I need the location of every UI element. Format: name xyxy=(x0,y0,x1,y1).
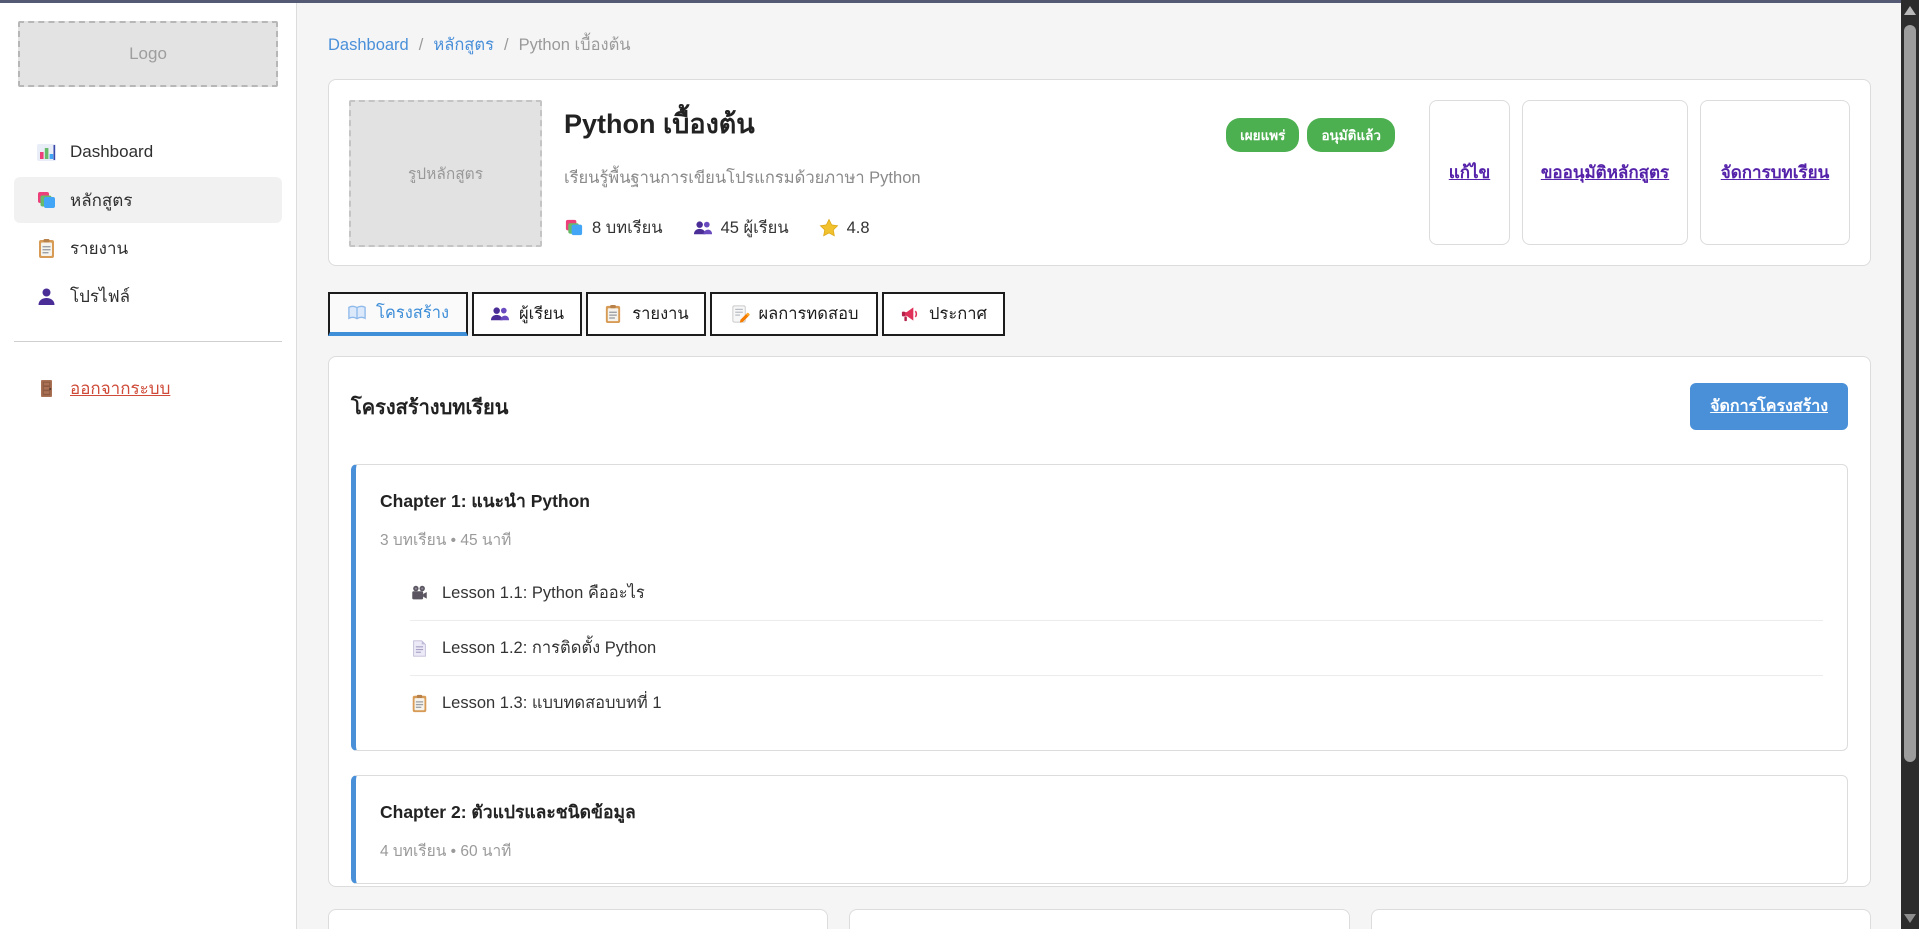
manage-structure-button[interactable]: จัดการโครงสร้าง xyxy=(1690,383,1848,430)
lesson-item[interactable]: Lesson 1.1: Python คืออะไร xyxy=(410,566,1823,620)
sidebar-item-label: รายงาน xyxy=(70,235,128,262)
course-tabs: โครงสร้าง ผู้เรียน รายงาน ผลการทดสอบ ประ… xyxy=(328,292,1871,336)
clipboard-icon xyxy=(603,304,623,324)
stat-rating: 4.8 xyxy=(819,215,870,241)
page: Logo Dashboard หลักสูตร รายงาน xyxy=(0,0,1919,929)
logo-placeholder: Logo xyxy=(18,21,278,87)
lesson-title: Lesson 1.1: Python คืออะไร xyxy=(442,580,645,606)
stat-lessons: 8 บทเรียน xyxy=(564,215,663,241)
scroll-up-arrow-icon[interactable] xyxy=(1904,6,1916,15)
tab-label: โครงสร้าง xyxy=(376,300,449,326)
breadcrumb-separator: / xyxy=(419,36,424,55)
chapter-card: Chapter 2: ตัวแปรและชนิดข้อมูล 4 บทเรียน… xyxy=(351,775,1848,884)
person-icon xyxy=(36,286,57,307)
logo-text: Logo xyxy=(129,44,167,64)
tab-label: ผลการทดสอบ xyxy=(759,301,859,327)
sidebar: Logo Dashboard หลักสูตร รายงาน xyxy=(0,3,297,929)
lesson-title: Lesson 1.2: การติดตั้ง Python xyxy=(442,635,656,661)
breadcrumb-link-courses[interactable]: หลักสูตร xyxy=(433,32,494,58)
bottom-card-row xyxy=(328,909,1871,929)
edit-course-button[interactable]: แก้ไข xyxy=(1429,100,1510,245)
request-approval-link[interactable]: ขออนุมัติหลักสูตร xyxy=(1541,159,1669,186)
sidebar-item-label: หลักสูตร xyxy=(70,187,132,214)
memo-pencil-icon xyxy=(730,304,750,324)
stat-rating-label: 4.8 xyxy=(847,219,870,238)
tab-label: ผู้เรียน xyxy=(519,301,564,327)
clipboard-icon xyxy=(410,694,429,713)
section-title: โครงสร้างบทเรียน xyxy=(351,391,508,423)
sidebar-item-profile[interactable]: โปรไฟล์ xyxy=(14,273,282,319)
video-camera-icon xyxy=(410,584,429,603)
chapter-meta: 3 บทเรียน • 45 นาที xyxy=(380,527,1823,552)
course-header-card: รูปหลักสูตร Python เบื้องต้น เรียนรู้พื้… xyxy=(328,79,1871,266)
tab-structure[interactable]: โครงสร้าง xyxy=(328,292,468,336)
vertical-scrollbar[interactable] xyxy=(1901,0,1919,929)
sidebar-item-courses[interactable]: หลักสูตร xyxy=(14,177,282,223)
window-top-edge xyxy=(0,0,1919,3)
stat-learners: 45 ผู้เรียน xyxy=(693,215,789,241)
course-image-placeholder: รูปหลักสูตร xyxy=(349,100,542,247)
course-title: Python เบื้องต้น xyxy=(564,102,1204,145)
tab-test-results[interactable]: ผลการทดสอบ xyxy=(710,292,878,336)
edit-course-link[interactable]: แก้ไข xyxy=(1449,159,1490,186)
breadcrumb: Dashboard / หลักสูตร / Python เบื้องต้น xyxy=(328,32,1871,58)
people-icon xyxy=(693,218,713,238)
request-approval-button[interactable]: ขออนุมัติหลักสูตร xyxy=(1522,100,1688,245)
chapter-meta: 4 บทเรียน • 60 นาที xyxy=(380,838,1823,863)
tab-label: รายงาน xyxy=(632,301,688,327)
card-placeholder xyxy=(849,909,1349,929)
status-badge-approved: อนุมัติแล้ว xyxy=(1307,118,1395,152)
course-info: Python เบื้องต้น เรียนรู้พื้นฐานการเขียน… xyxy=(564,100,1204,245)
megaphone-icon xyxy=(900,304,920,324)
main-content: Dashboard / หลักสูตร / Python เบื้องต้น … xyxy=(298,3,1901,929)
logout-button[interactable]: ออกจากระบบ xyxy=(14,368,282,408)
sidebar-divider xyxy=(14,341,282,342)
bar-chart-icon xyxy=(36,142,57,163)
course-stats: 8 บทเรียน 45 ผู้เรียน 4.8 xyxy=(564,215,1204,241)
course-badges: เผยแพร่ อนุมัติแล้ว xyxy=(1226,100,1395,245)
sidebar-item-reports[interactable]: รายงาน xyxy=(14,225,282,271)
tab-announcements[interactable]: ประกาศ xyxy=(882,292,1005,336)
sidebar-item-label: โปรไฟล์ xyxy=(70,283,130,310)
lesson-title: Lesson 1.3: แบบทดสอบบทที่ 1 xyxy=(442,690,662,716)
books-icon xyxy=(36,190,57,211)
open-book-icon xyxy=(347,303,367,323)
course-actions: แก้ไข ขออนุมัติหลักสูตร จัดการบทเรียน xyxy=(1429,100,1850,245)
tab-learners[interactable]: ผู้เรียน xyxy=(472,292,582,336)
status-badge-published: เผยแพร่ xyxy=(1226,118,1299,152)
course-image-label: รูปหลักสูตร xyxy=(408,161,483,186)
structure-header: โครงสร้างบทเรียน จัดการโครงสร้าง xyxy=(351,383,1848,430)
tab-label: ประกาศ xyxy=(929,301,987,327)
stat-lessons-label: 8 บทเรียน xyxy=(592,215,663,241)
manage-lessons-link[interactable]: จัดการบทเรียน xyxy=(1721,159,1830,186)
tab-reports[interactable]: รายงาน xyxy=(586,292,706,336)
lesson-item[interactable]: Lesson 1.2: การติดตั้ง Python xyxy=(410,620,1823,675)
breadcrumb-current: Python เบื้องต้น xyxy=(519,32,631,58)
chapter-title: Chapter 2: ตัวแปรและชนิดข้อมูล xyxy=(380,798,1823,826)
lesson-item[interactable]: Lesson 1.3: แบบทดสอบบทที่ 1 xyxy=(410,675,1823,730)
scroll-down-arrow-icon[interactable] xyxy=(1904,914,1916,923)
chapter-title: Chapter 1: แนะนำ Python xyxy=(380,487,1823,515)
card-placeholder xyxy=(1371,909,1871,929)
card-placeholder xyxy=(328,909,828,929)
sidebar-item-dashboard[interactable]: Dashboard xyxy=(14,129,282,175)
clipboard-icon xyxy=(36,238,57,259)
manage-lessons-button[interactable]: จัดการบทเรียน xyxy=(1700,100,1850,245)
scrollbar-thumb[interactable] xyxy=(1904,25,1916,762)
chapter-card: Chapter 1: แนะนำ Python 3 บทเรียน • 45 น… xyxy=(351,464,1848,751)
course-description: เรียนรู้พื้นฐานการเขียนโปรแกรมด้วยภาษา P… xyxy=(564,165,1204,191)
books-icon xyxy=(564,218,584,238)
sidebar-menu: Dashboard หลักสูตร รายงาน โปรไฟล์ xyxy=(0,129,296,319)
breadcrumb-separator: / xyxy=(504,36,509,55)
document-icon xyxy=(410,639,429,658)
sidebar-item-label: Dashboard xyxy=(70,142,153,162)
star-icon xyxy=(819,218,839,238)
lesson-list: Lesson 1.1: Python คืออะไร Lesson 1.2: ก… xyxy=(410,566,1823,730)
structure-panel: โครงสร้างบทเรียน จัดการโครงสร้าง Chapter… xyxy=(328,356,1871,887)
people-icon xyxy=(490,304,510,324)
door-icon xyxy=(36,378,57,399)
stat-learners-label: 45 ผู้เรียน xyxy=(721,215,789,241)
logout-label: ออกจากระบบ xyxy=(70,375,170,402)
breadcrumb-link-dashboard[interactable]: Dashboard xyxy=(328,36,409,55)
